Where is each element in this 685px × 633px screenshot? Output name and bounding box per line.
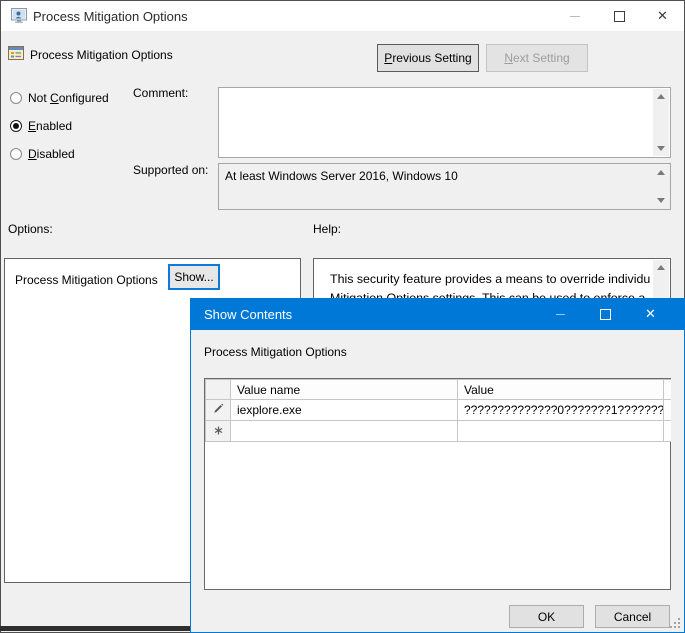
dialog-minimize-button[interactable]: [538, 299, 583, 329]
radio-not-configured[interactable]: Not Configured: [10, 91, 109, 105]
ok-button[interactable]: OK: [509, 605, 584, 628]
dialog-close-button[interactable]: ✕: [628, 299, 673, 329]
column-header-value[interactable]: Value: [458, 380, 664, 400]
column-header-value-name[interactable]: Value name: [231, 380, 458, 400]
scroll-up-icon[interactable]: [657, 170, 665, 175]
radio-circle: [10, 92, 22, 104]
supported-on-label: Supported on:: [133, 163, 208, 177]
scroll-down-icon[interactable]: [657, 146, 665, 151]
main-titlebar[interactable]: Process Mitigation Options ✕: [1, 1, 684, 31]
policy-setting-icon: [8, 45, 24, 64]
comment-label: Comment:: [133, 86, 188, 100]
close-icon: ✕: [645, 307, 656, 322]
scroll-up-icon[interactable]: [657, 265, 665, 270]
setting-heading: Process Mitigation Options: [30, 48, 173, 62]
cell-value-name-empty[interactable]: [231, 421, 458, 442]
maximize-icon: [600, 309, 611, 320]
scroll-up-icon[interactable]: [657, 94, 665, 99]
close-icon: ✕: [657, 9, 668, 24]
scroll-down-icon[interactable]: [657, 198, 665, 203]
comment-scrollbar[interactable]: [653, 89, 669, 156]
options-label: Options:: [8, 222, 53, 236]
resize-grip[interactable]: [668, 616, 680, 628]
maximize-icon: [614, 11, 625, 22]
screenshot-root: Process Mitigation Options ✕ Process Mit…: [0, 0, 685, 633]
grid-row-iexplore[interactable]: iexplore.exe ??????????????0???????1????…: [206, 400, 671, 421]
minimize-button[interactable]: [552, 1, 597, 31]
dialog-titlebar[interactable]: Show Contents ✕: [191, 299, 684, 330]
option-setting-name: Process Mitigation Options: [15, 273, 158, 287]
dialog-setting-label: Process Mitigation Options: [204, 345, 347, 359]
dialog-maximize-button[interactable]: [583, 299, 628, 329]
minimize-icon: [556, 314, 565, 315]
radio-circle: [10, 148, 22, 160]
cancel-button[interactable]: Cancel: [595, 605, 670, 628]
close-button[interactable]: ✕: [640, 1, 685, 31]
main-window-title: Process Mitigation Options: [33, 9, 188, 24]
row-selector-header: [206, 380, 231, 400]
group-policy-icon: [11, 8, 27, 27]
cell-value[interactable]: ??????????????0???????1???????1: [458, 400, 664, 421]
show-button[interactable]: Show...: [168, 264, 220, 290]
new-row-asterisk-icon: [206, 421, 231, 442]
supported-on-field: At least Windows Server 2016, Windows 10: [218, 163, 671, 210]
next-setting-button[interactable]: Next Setting: [486, 44, 588, 72]
previous-setting-button[interactable]: Previous Setting: [377, 44, 479, 72]
edit-pencil-icon: [206, 400, 231, 421]
supported-scrollbar[interactable]: [653, 165, 669, 208]
grid-new-row[interactable]: [206, 421, 671, 442]
show-contents-dialog: Show Contents ✕ Process Mitigation Optio…: [190, 298, 685, 633]
supported-on-value: At least Windows Server 2016, Windows 10: [225, 169, 458, 183]
cell-value-name[interactable]: iexplore.exe: [231, 400, 458, 421]
help-label: Help:: [313, 222, 341, 236]
radio-circle-checked: [10, 120, 22, 132]
dialog-title: Show Contents: [204, 307, 292, 322]
minimize-icon: [570, 16, 580, 17]
values-grid[interactable]: Value name Value iexplore.exe ??????????…: [204, 378, 671, 590]
maximize-button[interactable]: [597, 1, 642, 31]
comment-input[interactable]: [218, 87, 671, 158]
grid-header-row: Value name Value: [206, 380, 671, 400]
radio-enabled[interactable]: Enabled: [10, 119, 72, 133]
radio-disabled[interactable]: Disabled: [10, 147, 75, 161]
cell-value-empty[interactable]: [458, 421, 664, 442]
